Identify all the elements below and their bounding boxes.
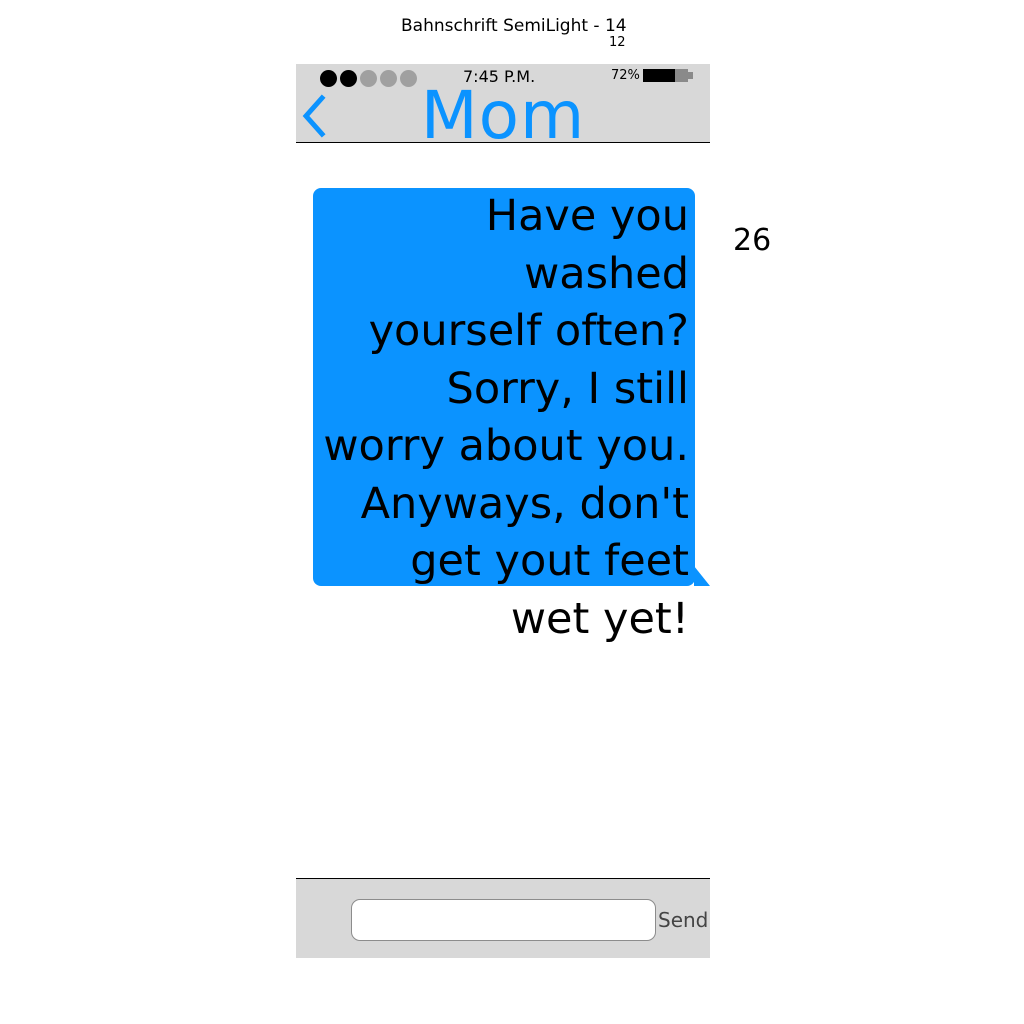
send-button[interactable]: Send <box>658 906 708 934</box>
compose-bar: Send <box>296 878 710 958</box>
contact-name: Mom <box>420 77 586 154</box>
bubble-tail <box>694 566 710 586</box>
message-bubble: Have you washed yourself often? Sorry, I… <box>313 188 695 644</box>
conversation-header: 7:45 P.M. 72% Mom <box>296 64 710 154</box>
message-input[interactable] <box>351 899 656 941</box>
side-size-annotation: 26 <box>733 223 772 258</box>
phone-screen: 7:45 P.M. 72% Mom Have you washed yourse… <box>296 64 710 958</box>
message-text: Have you washed yourself often? Sorry, I… <box>323 191 689 644</box>
small-size-annotation: 12 <box>609 35 626 50</box>
font-annotation: Bahnschrift SemiLight - 14 <box>401 16 627 36</box>
